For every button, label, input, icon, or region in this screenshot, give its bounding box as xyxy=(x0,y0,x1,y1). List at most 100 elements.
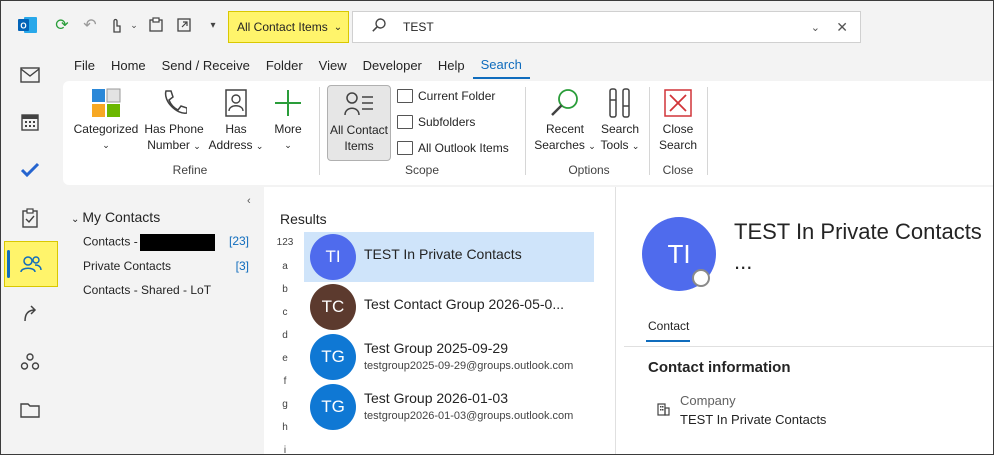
folder-item-contacts[interactable]: Contacts - [23] xyxy=(83,234,253,251)
more-label: More xyxy=(274,122,302,136)
chevron-down-icon: ⌄ xyxy=(631,141,640,151)
result-row[interactable]: TG Test Group 2026-01-03 testgroup2026-0… xyxy=(304,382,594,432)
current-folder-label: Current Folder xyxy=(418,89,496,103)
categorized-button[interactable]: Categorized ⌄ xyxy=(71,85,141,153)
avatar: TC xyxy=(310,284,356,330)
my-contacts-heading[interactable]: ⌄ My Contacts xyxy=(71,209,160,225)
search-scope-dropdown[interactable]: All Contact Items ⌄ xyxy=(228,11,349,43)
close-search-label-1: Close xyxy=(662,122,694,136)
subfolders-button[interactable]: Subfolders xyxy=(397,115,475,129)
outlook-logo-icon: O xyxy=(17,14,39,36)
undo-icon[interactable]: ↶ xyxy=(79,14,101,36)
mail-icon[interactable] xyxy=(1,52,58,98)
search-scope-label: All Contact Items xyxy=(237,20,328,34)
result-row[interactable]: TC Test Contact Group 2026-05-0... xyxy=(304,282,594,332)
options-group-label: Options xyxy=(568,163,610,177)
alpha-index-item[interactable]: e xyxy=(276,353,294,364)
redacted-block xyxy=(139,234,215,251)
results-pane: Results 123 a b c d e f g h i TI TEST In… xyxy=(264,187,615,454)
ribbon-separator xyxy=(707,87,708,175)
calendar-icon[interactable] xyxy=(1,99,58,145)
groups-icon[interactable] xyxy=(1,339,58,385)
result-row[interactable]: TI TEST In Private Contacts xyxy=(304,232,594,282)
folder-item-private-contacts[interactable]: Private Contacts [3] xyxy=(83,259,253,273)
tab-home[interactable]: Home xyxy=(103,53,154,79)
search-tools-label-2: Tools xyxy=(600,138,629,152)
tab-file[interactable]: File xyxy=(66,53,103,79)
has-phone-number-button[interactable]: Has Phone Number ⌄ xyxy=(141,85,207,154)
tab-view[interactable]: View xyxy=(311,53,355,79)
my-contacts-label: My Contacts xyxy=(82,209,161,225)
chevron-down-icon: ⌄ xyxy=(333,21,343,33)
ribbon-tabs: File Home Send / Receive Folder View Dev… xyxy=(58,53,530,79)
more-button[interactable]: More ⌄ xyxy=(265,85,311,153)
tab-developer[interactable]: Developer xyxy=(355,53,430,79)
all-contact-items-button[interactable]: All Contact Items xyxy=(327,85,391,161)
navigation-rail xyxy=(1,51,58,454)
ribbon-separator xyxy=(649,87,650,175)
alpha-index-item[interactable]: d xyxy=(276,330,294,341)
tab-folder[interactable]: Folder xyxy=(258,53,311,79)
search-input[interactable] xyxy=(401,19,785,35)
recent-searches-button[interactable]: Recent Searches ⌄ xyxy=(533,85,597,154)
alpha-index-item[interactable]: a xyxy=(276,261,294,272)
chevron-down-icon: ⌄ xyxy=(255,141,264,151)
presence-status-icon xyxy=(692,269,710,287)
refresh-icon[interactable]: ⟳ xyxy=(51,14,73,36)
has-address-button[interactable]: Has Address ⌄ xyxy=(207,85,265,154)
result-row[interactable]: TG Test Group 2025-09-29 testgroup2025-0… xyxy=(304,332,594,382)
tab-help[interactable]: Help xyxy=(430,53,473,79)
alpha-index-item[interactable]: i xyxy=(276,445,294,454)
close-group-label: Close xyxy=(662,163,694,177)
results-heading: Results xyxy=(280,211,327,227)
folder-item-count: [3] xyxy=(235,259,249,273)
all-outlook-items-button[interactable]: All Outlook Items xyxy=(397,141,509,155)
tab-contact[interactable]: Contact xyxy=(648,319,689,333)
folder-icon[interactable] xyxy=(1,387,58,433)
search-box[interactable]: ⌄ ✕ xyxy=(352,11,861,43)
close-search-button[interactable]: Close Search xyxy=(655,85,701,153)
share-arrow-icon[interactable] xyxy=(1,291,58,337)
categorize-icon xyxy=(71,85,141,121)
address-card-icon xyxy=(207,85,265,121)
alpha-index-item[interactable]: h xyxy=(276,422,294,433)
chevron-down-icon: ⌄ xyxy=(588,141,596,151)
close-search-icon xyxy=(655,85,701,121)
chevron-down-icon[interactable]: ⌄ xyxy=(123,14,145,36)
people-icon[interactable] xyxy=(4,241,58,287)
close-search-label-2: Search xyxy=(658,138,698,152)
alpha-index-item[interactable]: 123 xyxy=(276,237,294,248)
alpha-index-item[interactable]: g xyxy=(276,399,294,410)
company-field-value: TEST In Private Contacts xyxy=(680,412,827,427)
collapse-pane-icon[interactable]: ‹ xyxy=(247,195,251,207)
current-folder-button[interactable]: Current Folder xyxy=(397,89,495,103)
tab-send-receive[interactable]: Send / Receive xyxy=(154,53,258,79)
folder-item-contacts-shared[interactable]: Contacts - Shared - LoT xyxy=(83,283,253,297)
tasks-icon[interactable] xyxy=(1,195,58,241)
result-email: testgroup2026-01-03@groups.outlook.com xyxy=(364,410,574,422)
result-name: Test Group 2025-09-29 xyxy=(364,340,508,356)
result-name: Test Contact Group 2026-05-0... xyxy=(364,296,564,312)
divider xyxy=(624,346,993,347)
building-icon xyxy=(656,402,670,419)
popout-icon[interactable] xyxy=(173,14,195,36)
alpha-index-item[interactable]: f xyxy=(276,376,294,387)
outlook-window: O ⟳ ↶ ⌄ ▾ All Contact Items ⌄ ⌄ ✕ xyxy=(0,0,994,455)
clear-search-icon[interactable]: ✕ xyxy=(836,19,848,36)
tab-search[interactable]: Search xyxy=(472,53,530,79)
search-tools-icon xyxy=(597,85,643,121)
todo-icon[interactable] xyxy=(1,147,58,193)
print-preview-icon[interactable] xyxy=(145,14,167,36)
search-options-chevron-icon[interactable]: ⌄ xyxy=(811,21,820,34)
contact-information-heading: Contact information xyxy=(648,359,791,376)
ribbon-separator xyxy=(319,87,320,175)
alpha-index-item[interactable]: b xyxy=(276,284,294,295)
title-bar: O ⟳ ↶ ⌄ ▾ All Contact Items ⌄ ⌄ ✕ xyxy=(1,1,993,51)
all-outlook-items-label: All Outlook Items xyxy=(418,141,509,155)
search-tools-button[interactable]: Search Tools ⌄ xyxy=(597,85,643,154)
recent-searches-label-1: Recent xyxy=(545,122,585,136)
ribbon: Categorized ⌄ Has Phone Number ⌄ Has Add… xyxy=(63,81,993,185)
customize-toolbar-icon[interactable]: ▾ xyxy=(202,14,224,36)
reading-pane: TI TEST In Private Contacts ... Contact … xyxy=(615,187,993,454)
alpha-index-item[interactable]: c xyxy=(276,307,294,318)
